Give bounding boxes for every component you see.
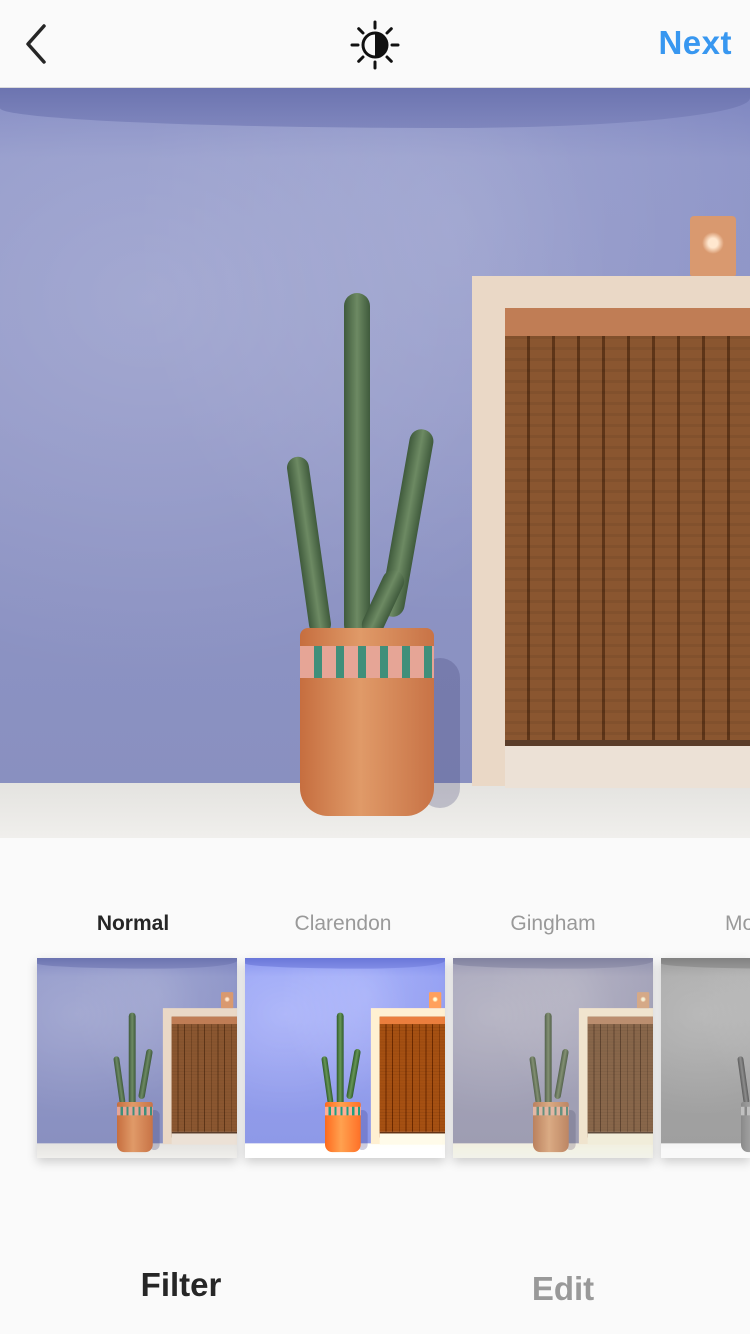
filter-thumb-clarendon[interactable] bbox=[245, 958, 445, 1158]
flower-pot bbox=[300, 628, 434, 816]
filter-thumb-normal[interactable] bbox=[37, 958, 237, 1158]
next-button[interactable]: Next bbox=[658, 24, 732, 62]
photo-preview bbox=[0, 88, 750, 838]
back-chevron-icon[interactable] bbox=[16, 22, 60, 66]
filter-label-gingham[interactable]: Gingham bbox=[453, 912, 653, 936]
filter-thumb-gingham[interactable] bbox=[453, 958, 653, 1158]
lantern bbox=[690, 216, 736, 276]
tab-edit[interactable]: Edit bbox=[463, 1270, 663, 1308]
lux-sun-icon[interactable] bbox=[350, 20, 400, 70]
photo-scene bbox=[0, 88, 750, 838]
door bbox=[505, 308, 750, 761]
filter-thumb-moon[interactable] bbox=[661, 958, 750, 1158]
tab-filter[interactable]: Filter bbox=[81, 1266, 281, 1304]
filter-label-moon[interactable]: Mo bbox=[663, 912, 750, 936]
top-bar: Next bbox=[0, 0, 750, 88]
filter-label-clarendon[interactable]: Clarendon bbox=[243, 912, 443, 936]
filter-label-normal[interactable]: Normal bbox=[33, 912, 233, 936]
